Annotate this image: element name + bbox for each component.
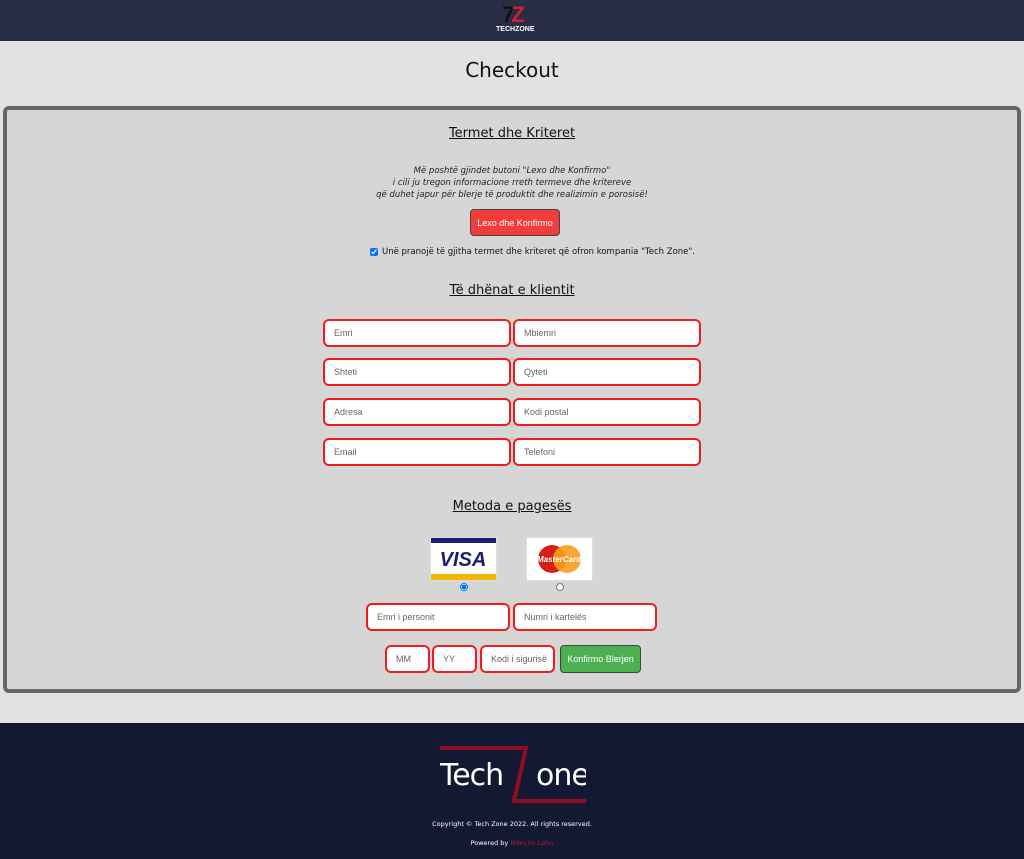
top-header: 7Z TECHZONE <box>0 0 1024 41</box>
card-number-input[interactable] <box>513 603 657 631</box>
security-code-input[interactable] <box>480 645 555 673</box>
phone-input[interactable] <box>513 438 701 466</box>
terms-note: Më poshtë gjindet butoni "Lexo dhe Konfi… <box>376 166 648 200</box>
powered-by: Powered by Ndriçim Lahu <box>470 839 554 847</box>
mastercard-logo[interactable]: MasterCard <box>526 537 593 581</box>
svg-text:one: one <box>536 758 586 793</box>
svg-text:MasterCard: MasterCard <box>537 555 582 564</box>
cardholder-name-input[interactable] <box>366 603 510 631</box>
expiry-month-input[interactable] <box>385 645 430 673</box>
footer-techzone-logo: Tech one <box>440 746 586 803</box>
confirm-purchase-button[interactable]: Konfirmo Blerjen <box>560 645 641 673</box>
customer-heading: Të dhënat e klientit <box>449 283 575 298</box>
svg-text:Tech: Tech <box>440 758 503 793</box>
read-and-confirm-button[interactable]: Lexo dhe Konfirmo <box>470 209 560 236</box>
copyright-text: Copyright © Tech Zone 2022. All rights r… <box>432 820 592 828</box>
agree-checkbox[interactable] <box>370 248 378 256</box>
visa-card-logo[interactable]: VISA <box>430 537 497 581</box>
country-input[interactable] <box>323 358 511 386</box>
expiry-year-input[interactable] <box>432 645 477 673</box>
terms-heading: Termet dhe Kriteret <box>448 126 576 141</box>
visa-radio[interactable] <box>460 583 468 591</box>
first-name-input[interactable] <box>323 319 511 347</box>
mastercard-radio[interactable] <box>556 583 564 591</box>
page-title: Checkout <box>465 58 559 82</box>
author-link[interactable]: Ndriçim Lahu <box>510 839 553 847</box>
svg-text:VISA: VISA <box>440 549 487 571</box>
last-name-input[interactable] <box>513 319 701 347</box>
address-input[interactable] <box>323 398 511 426</box>
city-input[interactable] <box>513 358 701 386</box>
agree-terms[interactable]: Unë pranojë të gjitha termet dhe kritere… <box>370 247 695 257</box>
postal-code-input[interactable] <box>513 398 701 426</box>
payment-heading: Metoda e pagesës <box>452 499 572 514</box>
email-input[interactable] <box>323 438 511 466</box>
techzone-logo[interactable]: 7Z TECHZONE <box>496 4 535 38</box>
footer: Tech one Copyright © Tech Zone 2022. All… <box>0 723 1024 859</box>
checkout-panel: Termet dhe Kriteret Më poshtë gjindet bu… <box>3 106 1021 693</box>
